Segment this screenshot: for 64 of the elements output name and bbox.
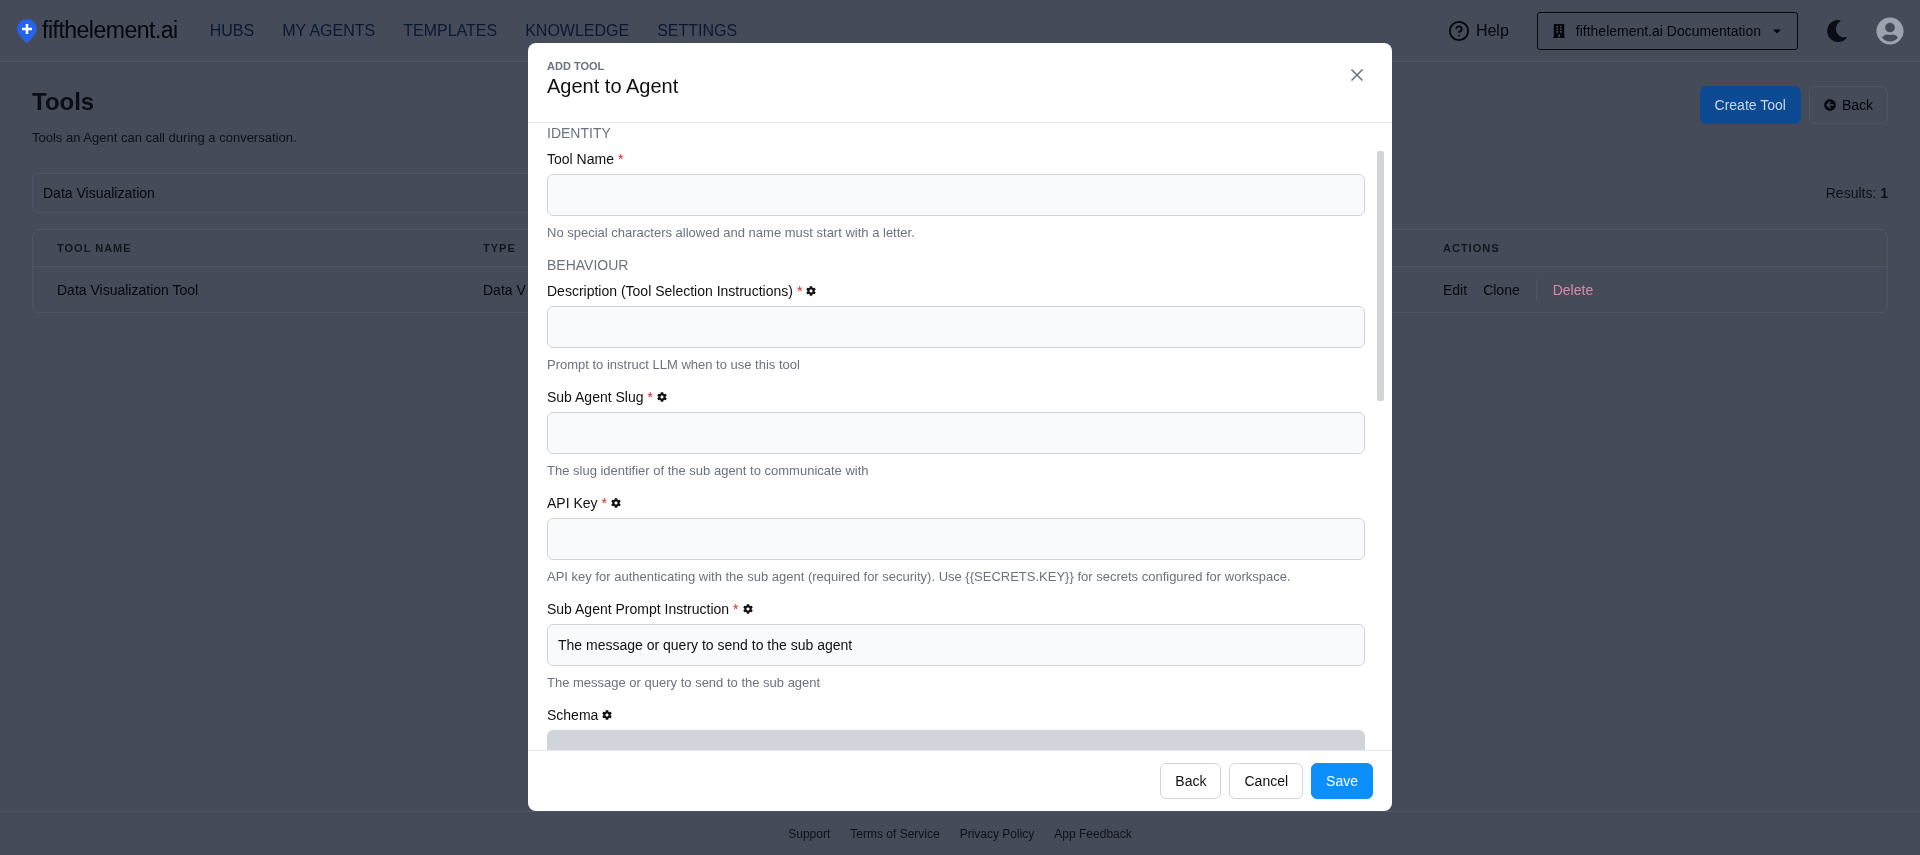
field-label: Sub Agent Prompt Instruction [547, 601, 730, 617]
field-label: Tool Name [547, 151, 614, 167]
logo-icon [16, 17, 38, 44]
table-cell: Data Visualization Tool [57, 281, 199, 298]
help-text: The slug identifier of the sub agent to communicate with [547, 463, 870, 478]
building-icon [1551, 23, 1566, 38]
page-subtitle: Tools an Agent can call during a conversation. [32, 130, 297, 145]
nav-link[interactable]: KNOWLEDGE [525, 21, 630, 40]
avatar-icon[interactable] [1876, 16, 1904, 45]
save-button[interactable]: Save [1311, 763, 1373, 799]
help-icon [1447, 19, 1470, 42]
moon-icon[interactable] [1826, 19, 1848, 42]
column-header: TYPE [483, 242, 516, 254]
field-label: Schema [547, 707, 599, 723]
field-label: API Key [547, 495, 598, 511]
help-text: API key for authenticating with the sub agent (required for security). Use {{SECRETS.KEY}} for secrets configured for workspace. [547, 569, 1292, 584]
required-mark: * [601, 495, 608, 511]
column-header: TOOL NAME [57, 242, 132, 254]
back-button[interactable]: Back [1808, 86, 1888, 124]
nav-link[interactable]: SETTINGS [657, 21, 738, 40]
create-button[interactable]: Create Tool [1699, 86, 1801, 124]
field-label: Description (Tool Selection Instructions) [547, 283, 793, 299]
logo-text[interactable]: fifthelement.ai [42, 17, 178, 44]
settings-icon[interactable] [657, 392, 667, 402]
required-mark: * [796, 283, 803, 299]
delete-link[interactable]: Delete [1552, 281, 1594, 298]
page-title: Tools [32, 88, 96, 116]
footer-link[interactable]: Support [788, 826, 831, 841]
settings-icon[interactable] [806, 286, 817, 296]
settings-icon[interactable] [611, 498, 622, 508]
footer-link[interactable]: Privacy Policy [959, 826, 1035, 841]
input-field[interactable]: The message or query to send to the sub agent [547, 624, 1365, 666]
action-link[interactable]: Clone [1483, 281, 1520, 298]
section-heading: BEHAVIOUR [547, 257, 630, 273]
dialog-title: Agent to Agent [547, 75, 679, 98]
input-field[interactable] [547, 518, 1365, 560]
nav-link[interactable]: MY AGENTS [282, 21, 376, 40]
input-field[interactable] [547, 174, 1365, 216]
required-mark: * [617, 151, 624, 167]
column-header: ACTIONS [1443, 242, 1500, 254]
nav-link[interactable]: TEMPLATES [403, 21, 498, 40]
required-mark: * [733, 601, 739, 617]
dialog-eyebrow: ADD TOOL [547, 60, 606, 72]
field-label: Sub Agent Slug [547, 389, 644, 405]
help-text: No special characters allowed and name must start with a letter. [547, 225, 916, 240]
section-heading: IDENTITY [547, 125, 612, 141]
dialog-button[interactable]: Back [1160, 763, 1222, 799]
workspace-dropdown[interactable]: fifthelement.ai Documentation [1536, 11, 1798, 50]
help-link[interactable]: Help [1447, 19, 1509, 42]
scrollbar-thumb[interactable] [1377, 151, 1384, 401]
footer-link[interactable]: Terms of Service [850, 826, 940, 841]
settings-icon[interactable] [742, 604, 753, 614]
help-text: The message or query to send to the sub agent [547, 675, 822, 690]
action-link[interactable]: Edit [1443, 281, 1468, 298]
input-field[interactable] [547, 412, 1365, 454]
dialog-button[interactable]: Cancel [1229, 763, 1304, 799]
required-mark: * [647, 389, 653, 405]
help-text: Prompt to instruct LLM when to use this tool [547, 357, 801, 372]
nav-link[interactable]: HUBS [209, 21, 255, 40]
footer-link[interactable]: App Feedback [1054, 826, 1132, 841]
table-cell: Data V [483, 281, 526, 298]
back-icon [1823, 99, 1836, 111]
input-field[interactable] [547, 306, 1365, 348]
results-count: Results: 1 [1825, 185, 1888, 201]
